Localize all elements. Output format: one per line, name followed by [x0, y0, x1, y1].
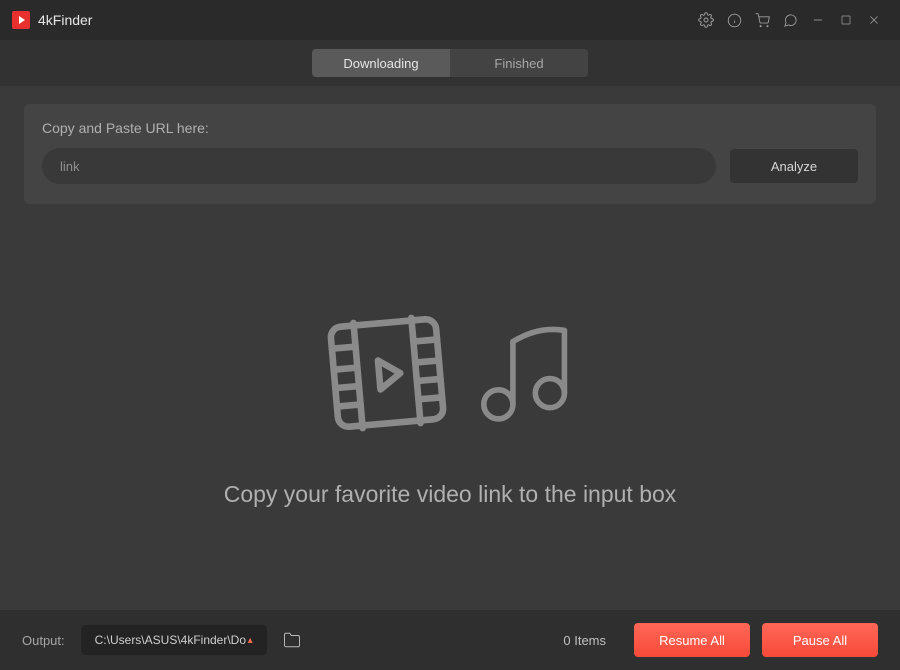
maximize-icon[interactable]	[832, 6, 860, 34]
app-logo-icon	[12, 11, 30, 29]
output-label: Output:	[22, 633, 65, 648]
open-folder-button[interactable]	[279, 627, 305, 653]
output-path-text: C:\Users\ASUS\4kFinder\Do	[95, 633, 246, 647]
chat-icon[interactable]	[776, 6, 804, 34]
tab-finished[interactable]: Finished	[450, 49, 588, 77]
resume-all-button[interactable]: Resume All	[634, 623, 750, 657]
cart-icon[interactable]	[748, 6, 776, 34]
url-label: Copy and Paste URL here:	[42, 120, 858, 136]
empty-state-icons	[321, 307, 579, 439]
info-icon[interactable]	[720, 6, 748, 34]
close-icon[interactable]	[860, 6, 888, 34]
tabs: Downloading Finished	[312, 49, 588, 77]
settings-icon[interactable]	[692, 6, 720, 34]
url-input[interactable]	[42, 148, 716, 184]
empty-state-text: Copy your favorite video link to the inp…	[224, 481, 677, 508]
url-row: Analyze	[42, 148, 858, 184]
film-icon	[321, 307, 453, 439]
chevron-up-icon: ▴	[248, 635, 253, 646]
bottombar: Output: C:\Users\ASUS\4kFinder\Do ▴ 0 It…	[0, 610, 900, 670]
tabs-row: Downloading Finished	[0, 40, 900, 86]
empty-state: Copy your favorite video link to the inp…	[24, 204, 876, 610]
minimize-icon[interactable]	[804, 6, 832, 34]
pause-all-button[interactable]: Pause All	[762, 623, 878, 657]
app-title: 4kFinder	[38, 12, 92, 28]
items-count: 0 Items	[563, 633, 606, 648]
url-panel: Copy and Paste URL here: Analyze	[24, 104, 876, 204]
titlebar: 4kFinder	[0, 0, 900, 40]
output-path-selector[interactable]: C:\Users\ASUS\4kFinder\Do ▴	[81, 625, 267, 655]
tab-downloading[interactable]: Downloading	[312, 49, 450, 77]
analyze-button[interactable]: Analyze	[730, 149, 858, 183]
content-area: Copy and Paste URL here: Analyze	[0, 86, 900, 610]
music-note-icon	[467, 317, 579, 429]
